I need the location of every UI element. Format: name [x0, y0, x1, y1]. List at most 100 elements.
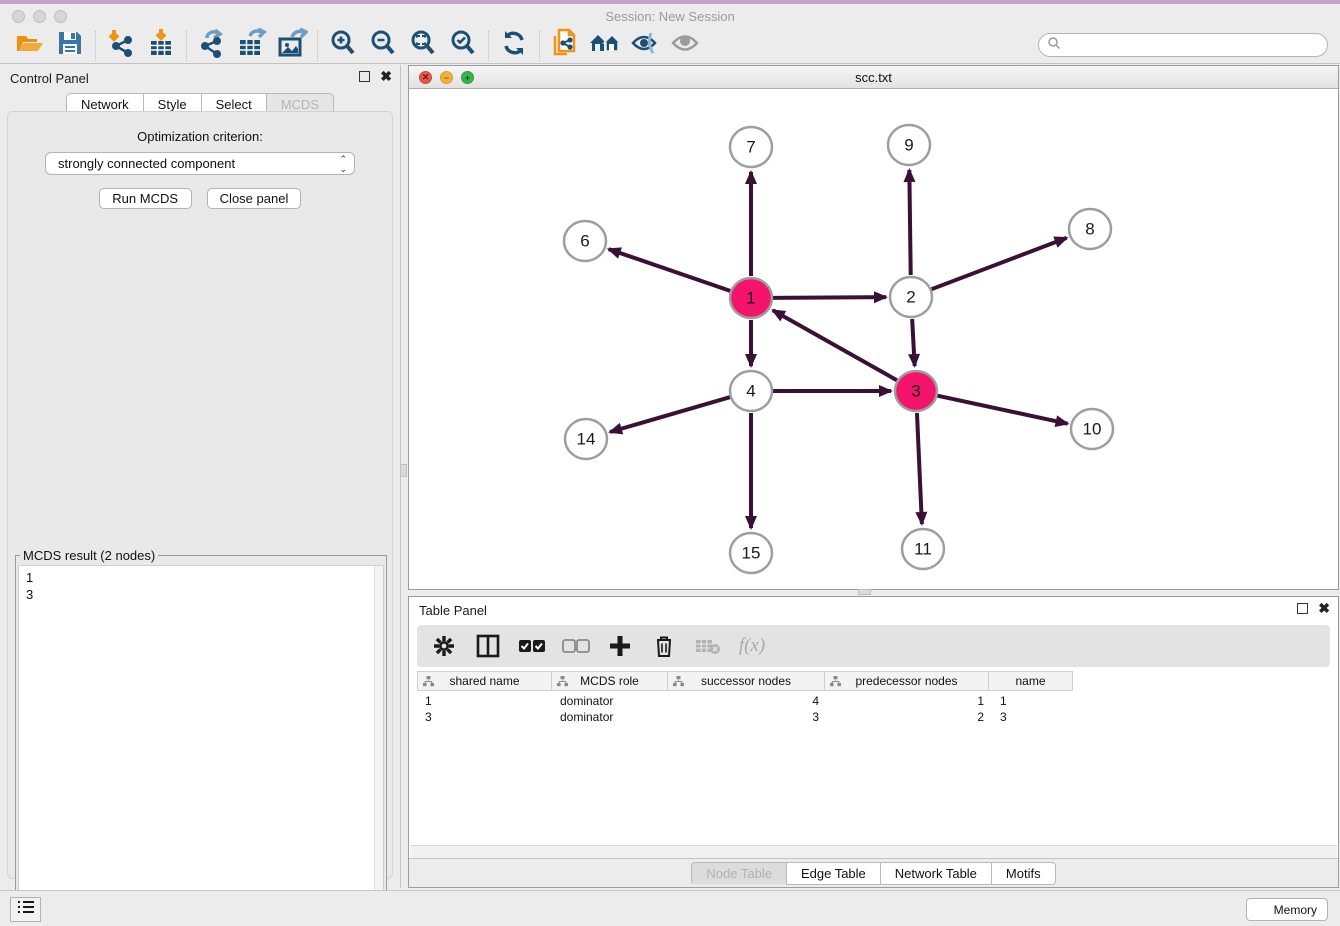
close-panel-icon[interactable]: ✖ [380, 71, 392, 82]
zoom-in-button[interactable] [323, 30, 363, 62]
node-2[interactable]: 2 [890, 277, 932, 317]
node-4[interactable]: 4 [730, 371, 772, 411]
table-cell[interactable]: 1 [827, 693, 992, 709]
zoom-fit-button[interactable] [403, 30, 443, 62]
search-box[interactable] [1038, 33, 1328, 57]
edge-2-9[interactable] [909, 170, 910, 275]
birdseye-toggle-button[interactable] [625, 30, 665, 62]
select-all-columns-button[interactable] [517, 633, 547, 659]
import-table-icon [146, 28, 176, 63]
eye-slash-icon [630, 30, 660, 61]
open-session-button[interactable] [10, 30, 50, 62]
node-9[interactable]: 9 [888, 125, 930, 165]
table-tab-network-table[interactable]: Network Table [880, 862, 992, 885]
float-table-panel-icon[interactable] [1297, 603, 1308, 614]
edge-3-10[interactable] [938, 396, 1068, 424]
table-cell[interactable]: dominator [552, 709, 669, 725]
node-10[interactable]: 10 [1071, 409, 1113, 449]
edge-2-8[interactable] [932, 238, 1067, 289]
memory-button[interactable]: Memory [1246, 898, 1328, 921]
clone-network-button[interactable] [545, 30, 585, 62]
table-tab-node-table[interactable]: Node Table [691, 862, 787, 885]
close-table-panel-icon[interactable]: ✖ [1318, 603, 1330, 614]
table-cell[interactable]: 2 [827, 709, 992, 725]
column-header-shared-name[interactable]: shared name [417, 671, 552, 691]
table-cell[interactable]: 1 [992, 693, 1077, 709]
table-tab-edge-table[interactable]: Edge Table [786, 862, 881, 885]
table-cell[interactable]: 3 [669, 709, 827, 725]
zoom-selected-button[interactable] [443, 30, 483, 62]
overview-toggle-button[interactable] [665, 30, 705, 62]
control-panel-header: Control Panel ✖ [0, 65, 400, 91]
node-3[interactable]: 3 [895, 371, 937, 411]
network-window-titlebar[interactable]: ✕ − + scc.txt [409, 66, 1338, 89]
export-network-button[interactable] [192, 30, 232, 62]
table-scrollbar[interactable] [410, 845, 1337, 858]
houses-icon [588, 30, 622, 61]
optimization-label: Optimization criterion: [8, 129, 392, 144]
column-header-successor-nodes[interactable]: successor nodes [667, 671, 825, 691]
task-history-button[interactable] [10, 897, 41, 922]
node-11[interactable]: 11 [902, 529, 944, 569]
edge-3-1[interactable] [773, 310, 897, 380]
import-network-button[interactable] [101, 30, 141, 62]
export-table-button[interactable] [232, 30, 272, 62]
table-cell[interactable]: 4 [669, 693, 827, 709]
node-15[interactable]: 15 [730, 533, 772, 573]
delete-column-button[interactable] [649, 633, 679, 659]
function-builder-button[interactable]: f(x) [737, 633, 767, 659]
save-session-button[interactable] [50, 30, 90, 62]
network-canvas[interactable]: 7 9 6 8 1 2 4 3 14 10 15 11 [409, 89, 1338, 589]
node-label: 4 [746, 382, 755, 401]
result-scrollbar[interactable] [374, 566, 383, 926]
close-panel-button[interactable]: Close panel [207, 188, 302, 209]
mcds-result-list[interactable]: 1 3 [18, 565, 384, 926]
node-1[interactable]: 1 [730, 278, 772, 318]
run-mcds-button[interactable]: Run MCDS [99, 188, 192, 209]
horizontal-splitter-handle[interactable] [858, 589, 871, 595]
deselect-all-columns-button[interactable] [561, 633, 591, 659]
table-settings-button[interactable] [429, 633, 459, 659]
zoom-out-button[interactable] [363, 30, 403, 62]
node-14[interactable]: 14 [565, 419, 607, 459]
criterion-dropdown[interactable]: strongly connected component ⌃⌄ [45, 152, 355, 175]
table-row[interactable]: 1dominator411 [417, 693, 1330, 709]
table-cell[interactable]: 3 [992, 709, 1077, 725]
edge-1-2[interactable] [773, 297, 886, 298]
add-column-button[interactable] [605, 633, 635, 659]
column-header-MCDS-role[interactable]: MCDS role [551, 671, 668, 691]
table-tab-motifs[interactable]: Motifs [991, 862, 1056, 885]
import-table-button[interactable] [141, 30, 181, 62]
table-cell[interactable]: 3 [417, 709, 552, 725]
hide-panels-button[interactable] [585, 30, 625, 62]
edge-1-6[interactable] [609, 249, 731, 291]
search-input[interactable] [1061, 35, 1327, 55]
import-network-icon [106, 28, 136, 63]
table-row[interactable]: 3dominator323 [417, 709, 1330, 725]
float-panel-icon[interactable] [359, 71, 370, 82]
toolbar-separator [317, 31, 318, 61]
column-header-name[interactable]: name [988, 671, 1073, 691]
node-6[interactable]: 6 [564, 221, 606, 261]
column-header-predecessor-nodes[interactable]: predecessor nodes [824, 671, 989, 691]
refresh-icon [500, 29, 528, 62]
zoom-fit-icon [409, 29, 437, 62]
edge-3-11[interactable] [917, 413, 922, 524]
delete-table-button[interactable] [693, 633, 723, 659]
table-cell[interactable]: dominator [552, 693, 669, 709]
refresh-layout-button[interactable] [494, 30, 534, 62]
node-label: 7 [746, 138, 755, 157]
network-view-window: ✕ − + scc.txt 7 9 6 8 1 2 4 3 14 10 15 11 [408, 65, 1339, 590]
mcds-result-title: MCDS result (2 nodes) [20, 548, 158, 563]
column-layout-button[interactable] [473, 633, 503, 659]
status-bar: Memory [0, 890, 1340, 926]
table-cell[interactable]: 1 [417, 693, 552, 709]
node-8[interactable]: 8 [1069, 209, 1111, 249]
edge-4-14[interactable] [610, 397, 730, 432]
vertical-splitter-handle[interactable] [400, 464, 407, 477]
export-image-button[interactable] [272, 30, 312, 62]
node-7[interactable]: 7 [730, 127, 772, 167]
edge-2-3[interactable] [912, 319, 915, 366]
main-toolbar [0, 28, 1340, 64]
mcds-result-box: MCDS result (2 nodes) 1 3 [15, 548, 387, 926]
